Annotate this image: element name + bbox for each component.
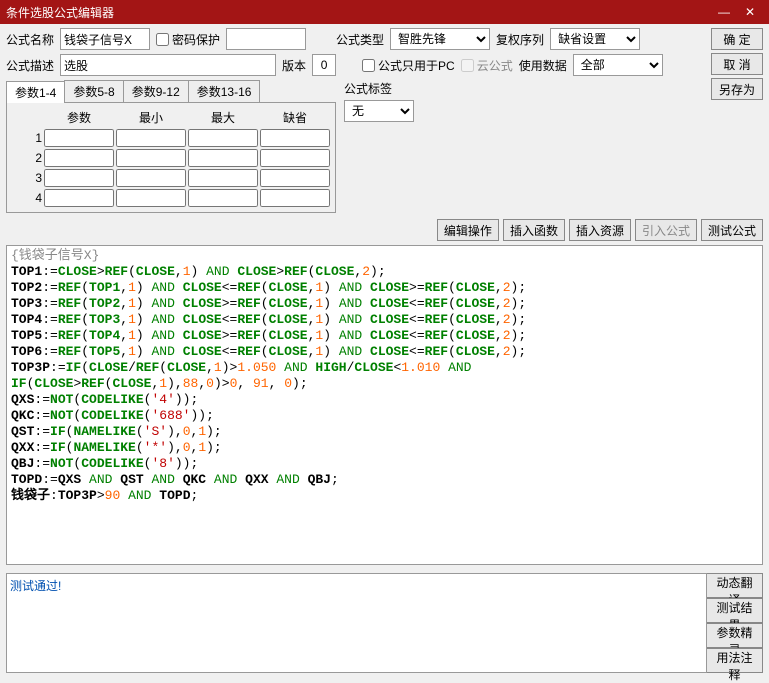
- p3-min[interactable]: [116, 169, 186, 187]
- impf-button: 引入公式: [635, 219, 697, 241]
- ver-label: 版本: [282, 57, 306, 74]
- p3-name[interactable]: [44, 169, 114, 187]
- saveas-button[interactable]: 另存为: [711, 78, 763, 100]
- tag-label: 公式标签: [344, 82, 392, 96]
- desc-label: 公式描述: [6, 57, 54, 74]
- tag-select[interactable]: 无: [344, 100, 414, 122]
- parwiz-button[interactable]: 参数精灵: [707, 623, 763, 648]
- insres-button[interactable]: 插入资源: [569, 219, 631, 241]
- p2-max[interactable]: [188, 149, 258, 167]
- p1-name[interactable]: [44, 129, 114, 147]
- p4-def[interactable]: [260, 189, 330, 207]
- type-label: 公式类型: [336, 31, 384, 48]
- p2-def[interactable]: [260, 149, 330, 167]
- close-button[interactable]: ✕: [737, 5, 763, 19]
- editop-button[interactable]: 编辑操作: [437, 219, 499, 241]
- tab-params-13-16[interactable]: 参数13-16: [188, 80, 261, 102]
- right-label: 复权序列: [496, 31, 544, 48]
- p1-min[interactable]: [116, 129, 186, 147]
- p1-max[interactable]: [188, 129, 258, 147]
- p4-min[interactable]: [116, 189, 186, 207]
- password-input[interactable]: [226, 28, 306, 50]
- insfun-button[interactable]: 插入函数: [503, 219, 565, 241]
- minimize-button[interactable]: —: [711, 5, 737, 19]
- usedata-select[interactable]: 全部: [573, 54, 663, 76]
- p3-def[interactable]: [260, 169, 330, 187]
- pconly-checkbox[interactable]: [362, 59, 375, 72]
- code-editor[interactable]: {钱袋子信号X} TOP1:=CLOSE>REF(CLOSE,1) AND CL…: [6, 245, 763, 565]
- name-label: 公式名称: [6, 31, 54, 48]
- cancel-button[interactable]: 取 消: [711, 53, 763, 75]
- usage-button[interactable]: 用法注释: [707, 648, 763, 673]
- p4-max[interactable]: [188, 189, 258, 207]
- p3-max[interactable]: [188, 169, 258, 187]
- type-select[interactable]: 智胜先锋: [390, 28, 490, 50]
- cloud-checkbox: [461, 59, 474, 72]
- p2-min[interactable]: [116, 149, 186, 167]
- right-select[interactable]: 缺省设置: [550, 28, 640, 50]
- p1-def[interactable]: [260, 129, 330, 147]
- test-output: 测试通过!: [6, 573, 707, 673]
- testf-button[interactable]: 测试公式: [701, 219, 763, 241]
- tab-params-5-8[interactable]: 参数5-8: [64, 80, 123, 102]
- p2-name[interactable]: [44, 149, 114, 167]
- password-label: 密码保护: [172, 31, 220, 48]
- p4-name[interactable]: [44, 189, 114, 207]
- pconly-label: 公式只用于PC: [378, 57, 455, 74]
- param-table: 参数最小最大缺省 1 2 3 4: [11, 107, 331, 208]
- desc-input[interactable]: [60, 54, 276, 76]
- ver-input[interactable]: [312, 54, 336, 76]
- ok-button[interactable]: 确 定: [711, 28, 763, 50]
- titlebar: 条件选股公式编辑器 — ✕: [0, 0, 769, 24]
- tab-params-1-4[interactable]: 参数1-4: [6, 81, 65, 103]
- usedata-label: 使用数据: [519, 57, 567, 74]
- param-tabs: 参数1-4 参数5-8 参数9-12 参数13-16: [6, 80, 336, 103]
- cloud-label: 云公式: [477, 57, 513, 74]
- dyntr-button[interactable]: 动态翻译: [707, 573, 763, 598]
- name-input[interactable]: [60, 28, 150, 50]
- password-checkbox[interactable]: [156, 33, 169, 46]
- testres-button[interactable]: 测试结果: [707, 598, 763, 623]
- tab-params-9-12[interactable]: 参数9-12: [123, 80, 189, 102]
- window-title: 条件选股公式编辑器: [6, 4, 711, 21]
